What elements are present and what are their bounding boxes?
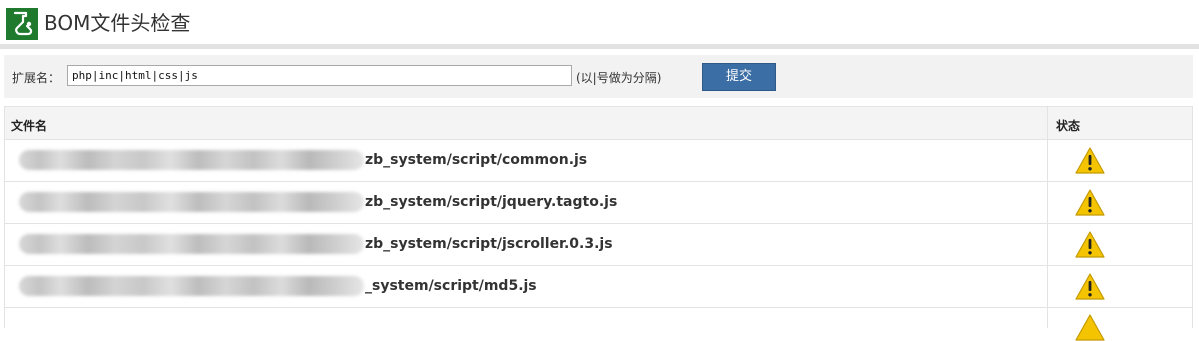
warning-icon xyxy=(1075,231,1105,258)
table-row: zb_system/script/jscroller.0.3.js xyxy=(5,224,1192,266)
table-header: 文件名 状态 xyxy=(5,107,1192,140)
file-path: _system/script/md5.js xyxy=(365,278,537,294)
extension-toolbar: 扩展名： (以|号做为分隔) 提交 xyxy=(4,55,1193,98)
redacted-path-prefix xyxy=(19,234,364,254)
warning-icon xyxy=(1075,273,1105,300)
extension-input[interactable] xyxy=(67,65,572,86)
status-cell xyxy=(1047,266,1194,307)
submit-button[interactable]: 提交 xyxy=(702,63,776,91)
extension-hint: (以|号做为分隔) xyxy=(576,71,662,85)
warning-icon xyxy=(1075,147,1105,174)
column-divider xyxy=(1047,107,1048,139)
status-cell xyxy=(1047,182,1194,223)
table-row-partial xyxy=(5,308,1194,341)
flask-icon xyxy=(6,8,38,40)
page-title: BOM文件头检查 xyxy=(44,11,191,35)
status-cell xyxy=(1047,140,1194,181)
column-header-status: 状态 xyxy=(1056,119,1081,133)
column-header-filename: 文件名 xyxy=(11,119,48,133)
results-table: 文件名 状态 zb_system/script/common.js zb_sys… xyxy=(4,106,1194,341)
redacted-path-prefix xyxy=(19,192,364,212)
redacted-path-prefix xyxy=(19,276,364,296)
redacted-path-prefix xyxy=(19,150,364,170)
file-path: zb_system/script/jquery.tagto.js xyxy=(365,194,618,210)
table-row: zb_system/script/jquery.tagto.js xyxy=(5,182,1192,224)
title-divider xyxy=(0,44,1199,49)
file-path: zb_system/script/common.js xyxy=(365,152,588,168)
status-cell xyxy=(1047,308,1194,341)
warning-icon xyxy=(1075,189,1105,216)
warning-icon xyxy=(1075,314,1105,341)
extension-label: 扩展名： xyxy=(12,71,61,85)
page-header: BOM文件头检查 xyxy=(0,0,1199,44)
file-path: zb_system/script/jscroller.0.3.js xyxy=(365,236,613,252)
table-row: zb_system/script/common.js xyxy=(5,140,1192,182)
status-cell xyxy=(1047,224,1194,265)
table-row: _system/script/md5.js xyxy=(5,266,1192,308)
